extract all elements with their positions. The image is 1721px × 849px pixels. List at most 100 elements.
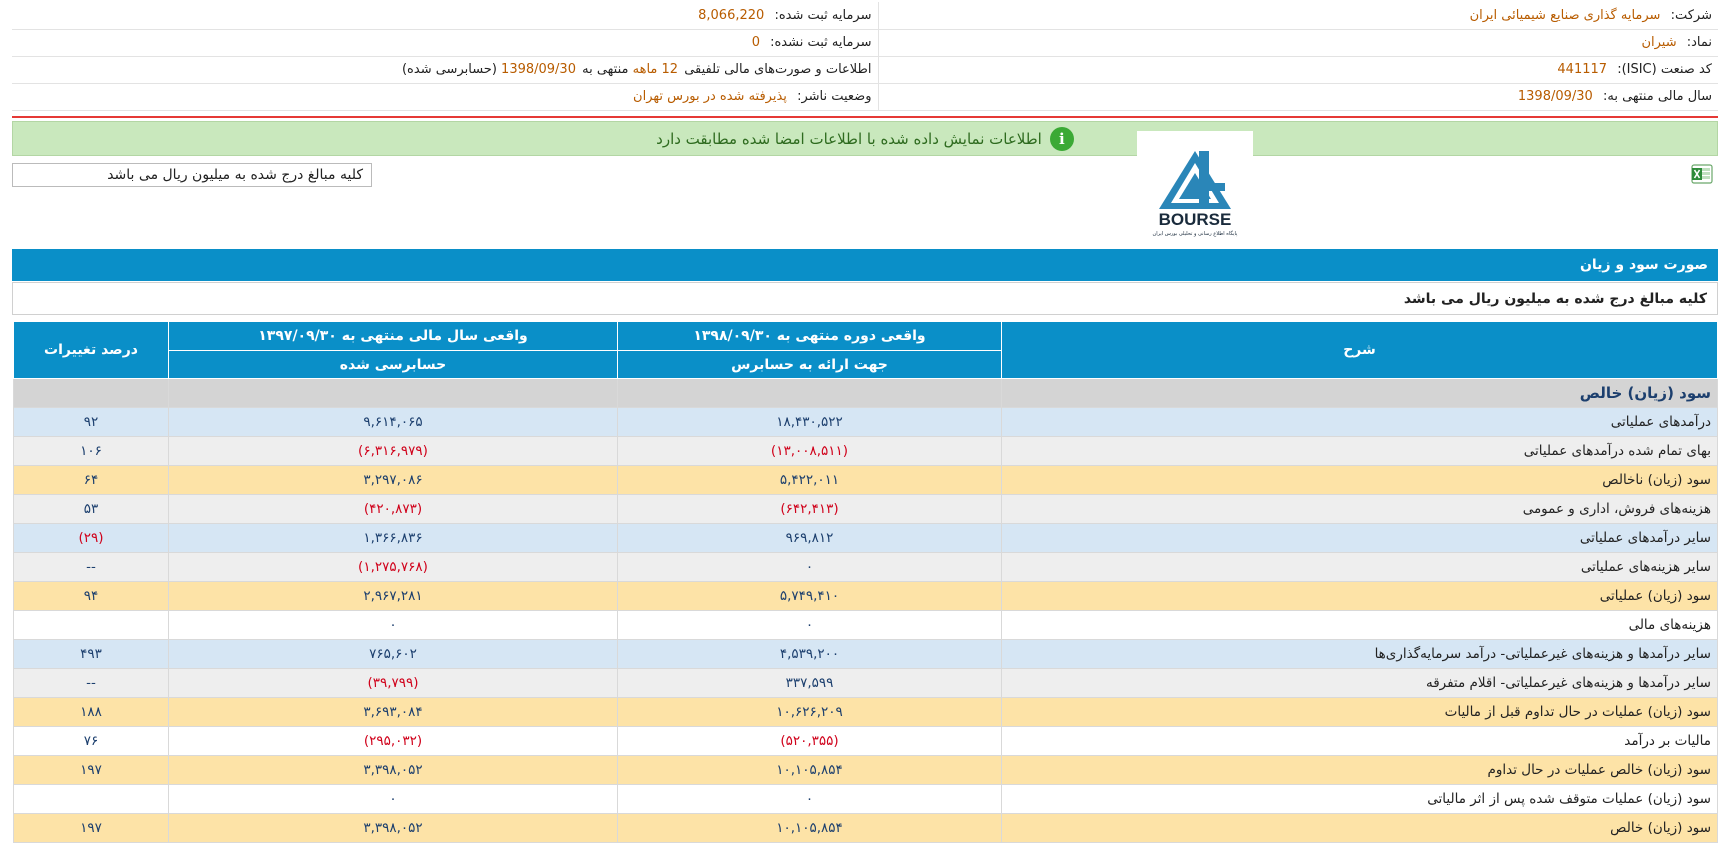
row-previous: (۱,۲۷۵,۷۶۸) <box>168 552 618 582</box>
table-row: سایر درآمدها و هزینه‌های غیرعملیاتی- اقل… <box>13 668 1718 698</box>
row-desc: سود (زیان) عملیاتی <box>1001 581 1718 611</box>
row-current: (۵۲۰,۳۵۵) <box>617 726 1002 756</box>
row-desc: سایر هزینه‌های عملیاتی <box>1001 552 1718 582</box>
table-row: سود (زیان) عملیات متوقف شده پس از اثر ما… <box>13 784 1718 814</box>
row-desc: مالیات بر درآمد <box>1001 726 1718 756</box>
row-previous: ۲,۹۶۷,۲۸۱ <box>168 581 618 611</box>
section-row: سود (زیان) خالص <box>13 378 1718 408</box>
row-change: ۱۸۸ <box>13 697 169 727</box>
row-desc: سایر درآمدهای عملیاتی <box>1001 523 1718 553</box>
header-desc: شرح <box>1001 321 1718 379</box>
company-value: سرمایه گذاری صنایع شیمیائی ایران <box>1469 7 1661 23</box>
row-change: ۹۲ <box>13 407 169 437</box>
symbol-value: شیران <box>1641 35 1677 50</box>
section-title: صورت سود و زیان <box>12 249 1718 281</box>
row-previous: (۶,۳۱۶,۹۷۹) <box>168 436 618 466</box>
company-label: شرکت: <box>1670 7 1712 23</box>
row-previous: ۳,۳۹۸,۰۵۲ <box>168 813 618 843</box>
row-change: ۱۹۷ <box>13 755 169 785</box>
section-unit-note: کلیه مبالغ درج شده به میلیون ریال می باش… <box>12 282 1718 315</box>
row-desc: بهای تمام شده درآمدهای عملیاتی <box>1001 436 1718 466</box>
table-row: درآمدهای عملیاتی ۱۸,۴۳۰,۵۲۲ ۹,۶۱۴,۰۶۵ ۹۲ <box>13 407 1718 437</box>
row-current: ۳۳۷,۵۹۹ <box>617 668 1002 698</box>
row-change <box>13 610 169 640</box>
table-row: هزینه‌های مالی ۰ ۰ <box>13 610 1718 640</box>
row-desc: سود (زیان) خالص <box>1001 813 1718 843</box>
unit-note-box: کلیه مبالغ درج شده به میلیون ریال می باش… <box>12 163 372 187</box>
row-previous: (۳۹,۷۹۹) <box>168 668 618 698</box>
info-row: سال مالی منتهی به: 1398/09/30 وضعیت ناشر… <box>12 83 1718 111</box>
row-previous: ۳,۶۹۳,۰۸۴ <box>168 697 618 727</box>
table-row: سایر درآمدها و هزینه‌های غیرعملیاتی- درآ… <box>13 639 1718 669</box>
header-change: درصد تغییرات <box>13 321 169 379</box>
row-desc: سود (زیان) خالص عملیات در حال تداوم <box>1001 755 1718 785</box>
table-row: بهای تمام شده درآمدهای عملیاتی (۱۳,۰۰۸,۵۱… <box>13 436 1718 466</box>
row-change: ۵۳ <box>13 494 169 524</box>
table-row: سایر هزینه‌های عملیاتی ۰ (۱,۲۷۵,۷۶۸) -- <box>13 552 1718 582</box>
table-row: سایر درآمدهای عملیاتی ۹۶۹,۸۱۲ ۱,۳۶۶,۸۳۶ (۲۹… <box>13 523 1718 553</box>
row-current: ۰ <box>617 610 1002 640</box>
section-row-label: سود (زیان) خالص <box>1001 378 1718 408</box>
row-current: (۶۴۲,۴۱۳) <box>617 494 1002 524</box>
statement-date: 1398/09/30 <box>501 62 576 77</box>
row-current: ۹۶۹,۸۱۲ <box>617 523 1002 553</box>
symbol-label: نماد: <box>1686 35 1712 50</box>
logo-tagline: پایگاه اطلاع رسانی و تحلیلی بورس ایران <box>1153 230 1238 237</box>
unreg-capital-label: سرمایه ثبت نشده: <box>770 35 872 50</box>
table-row: سود (زیان) خالص ۱۰,۱۰۵,۸۵۴ ۳,۳۹۸,۰۵۲ ۱۹۷ <box>13 813 1718 843</box>
row-desc: درآمدهای عملیاتی <box>1001 407 1718 437</box>
row-change: ۴۹۳ <box>13 639 169 669</box>
row-current: ۵,۷۴۹,۴۱۰ <box>617 581 1002 611</box>
publisher-cell: وضعیت ناشر: پذیرفته شده در بورس تهران <box>12 83 878 111</box>
row-current: ۵,۴۲۲,۰۱۱ <box>617 465 1002 495</box>
row-current: ۴,۵۳۹,۲۰۰ <box>617 639 1002 669</box>
row-previous: ۱,۳۶۶,۸۳۶ <box>168 523 618 553</box>
statement-text-2: منتهی به <box>582 62 629 77</box>
info-icon: i <box>1049 126 1074 151</box>
reg-capital-label: سرمایه ثبت شده: <box>774 7 872 23</box>
row-change: ۷۶ <box>13 726 169 756</box>
unreg-capital-value: 0 <box>751 35 760 50</box>
header-period-sub: جهت ارائه به حسابرس <box>617 350 1002 379</box>
row-desc: سایر درآمدها و هزینه‌های غیرعملیاتی- درآ… <box>1001 639 1718 669</box>
row-current: ۰ <box>617 784 1002 814</box>
row-previous: ۰ <box>168 784 618 814</box>
symbol-cell: نماد: شیران <box>877 29 1718 57</box>
row-previous: ۳,۳۹۸,۰۵۲ <box>168 755 618 785</box>
verification-banner: i اطلاعات نمایش داده شده با اطلاعات امضا… <box>12 121 1718 156</box>
isic-cell: کد صنعت (ISIC): 441117 <box>877 56 1718 84</box>
row-change: -- <box>13 552 169 582</box>
row-current: ۱۸,۴۳۰,۵۲۲ <box>617 407 1002 437</box>
row-change: (۲۹) <box>13 523 169 553</box>
table-row: سود (زیان) ناخالص ۵,۴۲۲,۰۱۱ ۳,۲۹۷,۰۸۶ ۶۴ <box>13 465 1718 495</box>
row-previous: (۲۹۵,۰۳۲) <box>168 726 618 756</box>
row-current: ۱۰,۱۰۵,۸۵۴ <box>617 813 1002 843</box>
row-previous: ۳,۲۹۷,۰۸۶ <box>168 465 618 495</box>
header-prev-sub: حسابرسی شده <box>168 350 618 379</box>
header-period: واقعی دوره منتهی به ۱۳۹۸/۰۹/۳۰ <box>617 321 1002 351</box>
row-desc: هزینه‌های فروش، اداری و عمومی <box>1001 494 1718 524</box>
row-current: ۱۰,۶۲۶,۲۰۹ <box>617 697 1002 727</box>
excel-export-icon[interactable] <box>1690 162 1714 186</box>
reg-capital-value: 8,066,220 <box>698 7 765 23</box>
isic-value: 441117 <box>1557 62 1608 77</box>
statement-months: 12 ماهه <box>632 62 679 77</box>
header-divider <box>12 116 1718 118</box>
statement-text-3: (حسابرسی شده) <box>401 62 497 77</box>
income-statement-table: شرح واقعی دوره منتهی به ۱۳۹۸/۰۹/۳۰ واقعی… <box>13 321 1718 843</box>
row-previous: ۷۶۵,۶۰۲ <box>168 639 618 669</box>
row-change <box>13 784 169 814</box>
logo-brand: BOURSE <box>1159 210 1232 229</box>
row-current: ۰ <box>617 552 1002 582</box>
isic-label: کد صنعت (ISIC): <box>1617 62 1712 77</box>
row-desc: سود (زیان) ناخالص <box>1001 465 1718 495</box>
row-change: ۶۴ <box>13 465 169 495</box>
company-cell: شرکت: سرمایه گذاری صنایع شیمیائی ایران <box>877 2 1718 30</box>
publisher-label: وضعیت ناشر: <box>797 89 872 104</box>
row-current: ۱۰,۱۰۵,۸۵۴ <box>617 755 1002 785</box>
row-change: -- <box>13 668 169 698</box>
publisher-value: پذیرفته شده در بورس تهران <box>633 89 787 104</box>
row-desc: هزینه‌های مالی <box>1001 610 1718 640</box>
table-row: سود (زیان) عملیات در حال تداوم قبل از ما… <box>13 697 1718 727</box>
header-prev: واقعی سال مالی منتهی به ۱۳۹۷/۰۹/۳۰ <box>168 321 618 351</box>
